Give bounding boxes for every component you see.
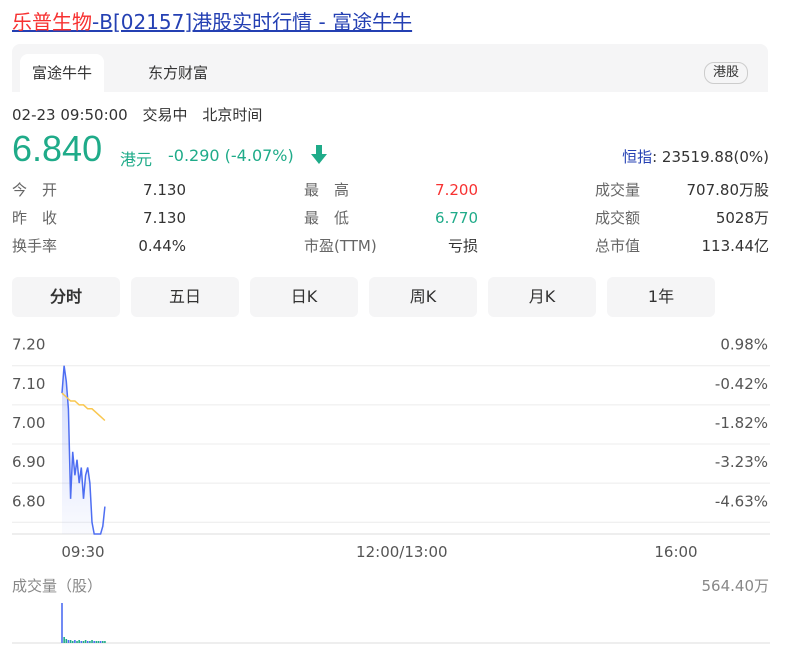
quote-datetime: 02-23 09:50:00 <box>12 106 128 124</box>
stat-turnover-label: 成交额 <box>595 209 641 227</box>
y-tick-label: 7.10 <box>12 375 45 393</box>
volume-bar <box>80 641 83 643</box>
hsi-label[interactable]: 恒指 <box>622 148 652 166</box>
volume-bar <box>97 641 100 643</box>
chart-gridlines <box>12 365 770 644</box>
period-button-intraday[interactable]: 分时 <box>12 277 120 317</box>
stat-volume-value: 707.80万股 <box>686 181 770 199</box>
period-button-1year[interactable]: 1年 <box>607 277 715 317</box>
source-tabbar: 富途牛牛 东方财富 港股 <box>12 44 768 92</box>
trading-status: 交易中 <box>142 106 188 124</box>
hsi-index[interactable]: 恒指: 23519.88(0%) <box>622 146 769 167</box>
chart-y-ticks: 7.20 7.10 7.00 6.90 6.80 <box>12 336 45 511</box>
stat-turnover-value: 5028万 <box>715 209 769 227</box>
volume-label: 成交量（股） <box>12 577 103 595</box>
stat-pe-value: 亏损 <box>447 237 478 255</box>
chart-series <box>61 365 106 535</box>
volume-bar <box>69 640 72 643</box>
stat-high-label: 最 高 <box>304 181 350 199</box>
stat-prevclose-value: 7.130 <box>143 209 186 227</box>
stat-low-value: 6.770 <box>435 209 478 227</box>
hsi-value: : 23519.88(0%) <box>652 148 769 166</box>
arrow-down-icon <box>310 143 328 169</box>
volume-bar <box>89 641 91 643</box>
stat-mktcap-value: 113.44亿 <box>701 237 770 255</box>
stat-turnrate-value: 0.44% <box>138 237 186 255</box>
volume-bar <box>84 640 87 643</box>
chart-x-ticks: 09:30 12:00/13:00 16:00 <box>61 543 697 561</box>
price-area <box>62 365 105 534</box>
volume-max: 564.40万 <box>701 577 770 595</box>
volume-bar <box>104 641 106 643</box>
volume-bars <box>61 603 106 643</box>
y-right-tick-label: -1.82% <box>715 414 768 432</box>
stat-mktcap-label: 总市值 <box>595 237 641 255</box>
volume-bar <box>93 641 95 643</box>
stat-open-value: 7.130 <box>143 181 186 199</box>
volume-bar <box>67 640 70 643</box>
market-badge: 港股 <box>703 62 748 84</box>
tab-eastmoney[interactable]: 东方财富 <box>148 54 208 92</box>
currency-label: 港元 <box>120 150 153 169</box>
stat-open-label: 今 开 <box>12 181 58 199</box>
quote-meta: 02-23 09:50:00 交易中 北京时间 <box>12 104 272 125</box>
period-button-5day[interactable]: 五日 <box>131 277 239 317</box>
x-tick-label: 16:00 <box>654 543 697 561</box>
volume-bar <box>99 641 102 643</box>
volume-bar <box>91 640 93 643</box>
volume-bar <box>65 639 68 643</box>
chart-y-right-ticks: 0.98% -0.42% -1.82% -3.23% -4.63% <box>715 336 768 511</box>
y-right-tick-label: 0.98% <box>720 336 768 354</box>
stat-prevclose-label: 昨 收 <box>12 209 58 227</box>
y-tick-label: 6.80 <box>12 492 45 510</box>
volume-bar <box>82 641 85 643</box>
x-tick-label: 09:30 <box>61 543 104 561</box>
title-stock-name[interactable]: 乐普生物 <box>12 10 92 34</box>
volume-bar <box>101 641 104 643</box>
page-title[interactable]: 乐普生物-B[02157]港股实时行情 - 富途牛牛 <box>12 6 412 35</box>
stat-turnrate-label: 换手率 <box>12 237 58 255</box>
current-price: 6.840 <box>12 128 103 169</box>
y-tick-label: 7.20 <box>12 336 45 354</box>
volume-bar <box>61 603 63 643</box>
y-right-tick-label: -3.23% <box>715 453 768 471</box>
y-tick-label: 6.90 <box>12 453 45 471</box>
y-right-tick-label: -4.63% <box>715 492 768 510</box>
intraday-chart[interactable]: 7.20 7.10 7.00 6.90 6.80 0.98% -0.42% -1.82% -3… <box>0 320 797 650</box>
volume-bar <box>95 641 98 643</box>
price-change: -0.290 (-4.07%) <box>168 146 294 165</box>
x-tick-label: 12:00/13:00 <box>356 543 448 561</box>
tab-futu[interactable]: 富途牛牛 <box>20 54 105 92</box>
period-button-daily[interactable]: 日K <box>250 277 358 317</box>
y-tick-label: 7.00 <box>12 414 45 432</box>
stat-volume-label: 成交量 <box>595 181 641 199</box>
y-right-tick-label: -0.42% <box>715 375 768 393</box>
period-button-weekly[interactable]: 周K <box>369 277 477 317</box>
period-button-monthly[interactable]: 月K <box>488 277 596 317</box>
stat-low-label: 最 低 <box>304 209 350 227</box>
timezone-label: 北京时间 <box>202 106 263 124</box>
volume-bar <box>74 640 76 643</box>
volume-bar <box>71 641 74 643</box>
volume-bar <box>76 641 78 643</box>
title-rest[interactable]: -B[02157]港股实时行情 - 富途牛牛 <box>92 10 412 34</box>
volume-bar <box>86 641 89 643</box>
stat-high-value: 7.200 <box>435 181 478 199</box>
volume-bar <box>63 637 65 643</box>
stat-pe-label: 市盈(TTM) <box>304 237 377 255</box>
volume-bar <box>78 640 80 643</box>
